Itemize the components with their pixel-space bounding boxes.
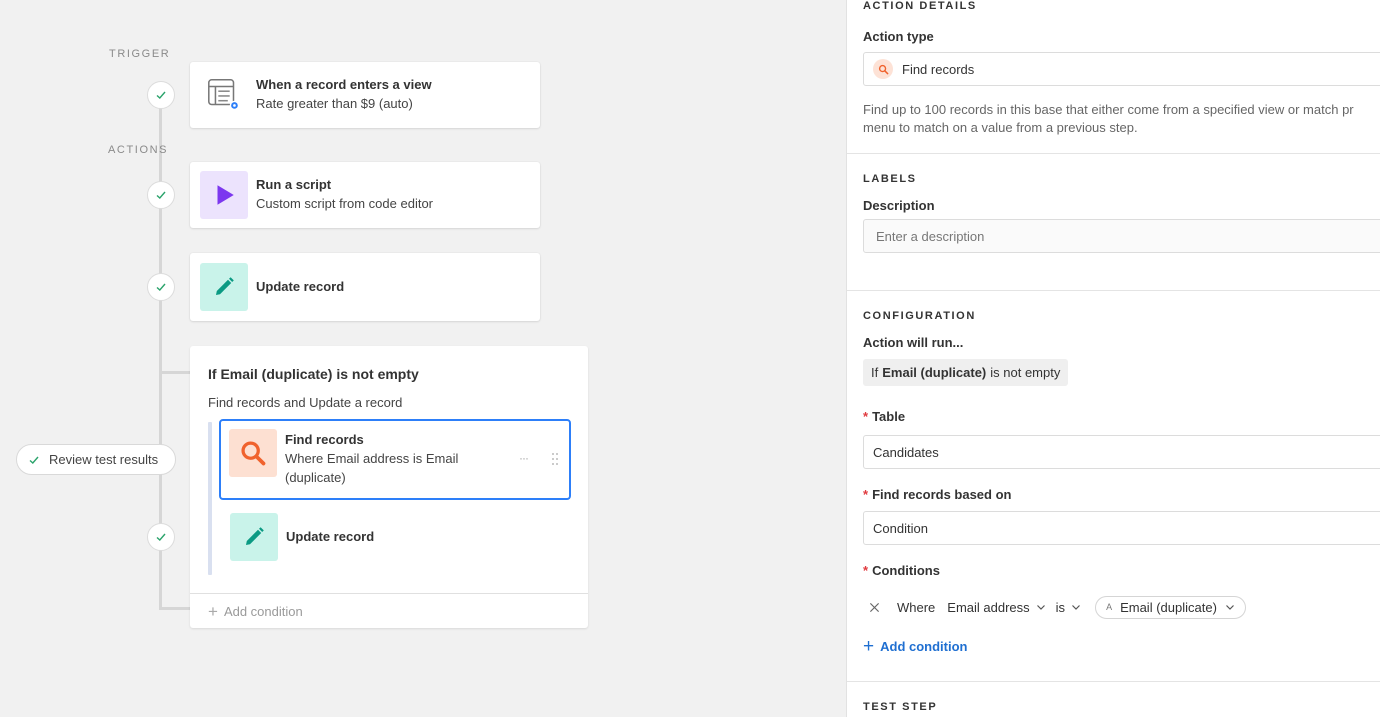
check-icon: [156, 191, 166, 199]
field-label: * Conditions: [863, 563, 940, 578]
action-type-description: Find up to 100 records in this base that…: [863, 101, 1380, 137]
table-view-icon: [200, 71, 248, 119]
condition-branch-bar: [208, 422, 212, 575]
actions-label: ACTIONS: [108, 144, 169, 156]
add-condition-label: Add condition: [880, 639, 968, 654]
connector-branch: [159, 371, 191, 374]
field-label: Action type: [863, 29, 934, 44]
required-asterisk: *: [863, 563, 869, 578]
action-type-select[interactable]: Find records: [863, 52, 1380, 86]
more-options-icon[interactable]: ···: [519, 451, 529, 465]
description-line: menu to match on a value from a previous…: [863, 120, 1138, 135]
add-condition-button[interactable]: + Add condition: [190, 593, 588, 628]
drag-handle-icon[interactable]: [551, 452, 559, 471]
workflow-canvas: TRIGGER ACTIONS When a record enters a v…: [0, 0, 846, 717]
section-header: LABELS: [863, 173, 917, 185]
connector-branch: [159, 607, 191, 610]
run-prefix: If: [871, 365, 879, 380]
check-icon: [156, 283, 166, 291]
based-on-select[interactable]: Condition: [863, 511, 1380, 545]
condition-subtitle: Find records and Update a record: [208, 395, 403, 410]
add-condition-link[interactable]: + Add condition: [863, 637, 967, 656]
chevron-down-icon: [1225, 605, 1234, 610]
search-icon: [873, 59, 893, 79]
trigger-title: When a record enters a view: [256, 77, 432, 92]
description-input[interactable]: Enter a description: [863, 219, 1380, 253]
condition-field-dropdown[interactable]: Email address: [947, 600, 1045, 615]
check-icon: [156, 91, 166, 99]
review-label: Review test results: [49, 452, 159, 467]
divider: [847, 153, 1380, 154]
pencil-icon: [230, 513, 278, 561]
field-label: * Find records based on: [863, 487, 1011, 502]
text-field-icon: A: [1106, 602, 1113, 612]
section-header: ACTION DETAILS: [863, 0, 977, 12]
divider: [847, 681, 1380, 682]
run-field: Email (duplicate): [882, 365, 987, 380]
play-icon: [200, 171, 248, 219]
run-script-card[interactable]: Run a script Custom script from code edi…: [190, 162, 540, 228]
step-title: Find records: [285, 432, 364, 447]
field-label: Action will run...: [863, 335, 964, 350]
trigger-label: TRIGGER: [109, 48, 171, 60]
action-subtitle: Custom script from code editor: [256, 196, 434, 211]
table-select[interactable]: Candidates: [863, 435, 1380, 469]
update-record-card[interactable]: Update record: [190, 253, 540, 321]
section-header: TEST STEP: [863, 701, 938, 713]
step-subtitle: Where Email address is Email (duplicate): [285, 451, 459, 485]
based-on-label: Find records based on: [872, 487, 1012, 502]
action-details-panel: ACTION DETAILS Action type Find records …: [846, 0, 1380, 717]
field-label: * Table: [863, 409, 905, 424]
step-status-check: [147, 273, 175, 301]
run-suffix: is not empty: [990, 365, 1061, 380]
condition-value-token[interactable]: A Email (duplicate): [1095, 595, 1246, 619]
add-condition-label: Add condition: [223, 603, 303, 619]
action-title: Run a script: [256, 177, 332, 192]
find-records-step[interactable]: Find records Where Email address is Emai…: [219, 419, 571, 500]
divider: [847, 290, 1380, 291]
step-status-check: [147, 523, 175, 551]
step-title: Update record: [286, 529, 375, 544]
pencil-icon: [200, 263, 248, 311]
action-title: Update record: [256, 279, 345, 294]
chevron-down-icon: [1072, 605, 1080, 610]
search-icon: [229, 429, 277, 477]
check-icon: [29, 456, 39, 464]
step-status-check: [147, 181, 175, 209]
condition-value: Email (duplicate): [1120, 599, 1217, 615]
condition-operator-dropdown[interactable]: is: [1056, 600, 1081, 615]
condition-title: If Email (duplicate) is not empty: [208, 366, 419, 382]
conditions-label: Conditions: [872, 563, 940, 578]
table-label: Table: [872, 409, 906, 424]
condition-row: Where Email address is A Email (duplicat…: [863, 595, 1246, 619]
where-label: Where: [897, 599, 936, 615]
review-test-results-button[interactable]: Review test results: [16, 444, 176, 475]
chevron-down-icon: [1036, 605, 1045, 610]
action-type-value: Find records: [902, 61, 975, 77]
plus-icon: +: [208, 601, 218, 621]
required-asterisk: *: [863, 409, 869, 424]
condition-group-card[interactable]: If Email (duplicate) is not empty Find r…: [190, 346, 588, 628]
condition-operator: is: [1055, 599, 1066, 615]
section-header: CONFIGURATION: [863, 310, 976, 322]
update-record-step[interactable]: Update record: [219, 510, 571, 564]
plus-icon: +: [863, 636, 875, 657]
description-line: Find up to 100 records in this base that…: [863, 102, 1354, 117]
field-label: Description: [863, 198, 935, 213]
close-icon[interactable]: [863, 596, 885, 618]
check-icon: [156, 533, 166, 541]
trigger-card[interactable]: When a record enters a view Rate greater…: [190, 62, 540, 128]
run-condition-tag: If Email (duplicate) is not empty: [863, 359, 1069, 386]
condition-field: Email address: [947, 599, 1030, 615]
step-status-check: [147, 81, 175, 109]
trigger-subtitle: Rate greater than $9 (auto): [256, 96, 413, 111]
required-asterisk: *: [863, 487, 869, 502]
